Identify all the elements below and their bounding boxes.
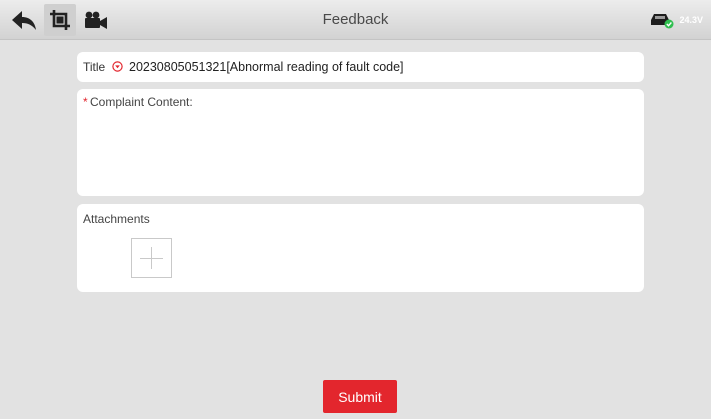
- complaint-label: Complaint Content:: [90, 95, 193, 109]
- title-field[interactable]: Title 20230805051321[Abnormal reading of…: [77, 52, 644, 82]
- complaint-card: * Complaint Content:: [77, 89, 644, 196]
- dropdown-circle-icon[interactable]: [112, 61, 123, 72]
- battery-status: 24.3V: [649, 10, 703, 30]
- voltage-readout: 24.3V: [679, 15, 703, 25]
- required-marker: *: [83, 95, 88, 109]
- submit-button[interactable]: Submit: [323, 380, 397, 413]
- title-value: 20230805051321[Abnormal reading of fault…: [129, 60, 404, 74]
- complaint-content-input[interactable]: [83, 115, 637, 189]
- attachments-card: Attachments: [77, 204, 644, 292]
- page-title: Feedback: [322, 11, 389, 28]
- top-toolbar: Feedback 24.3V: [0, 0, 711, 40]
- attachments-label: Attachments: [83, 212, 150, 226]
- add-attachment-button[interactable]: [131, 238, 172, 278]
- vehicle-battery-icon: [651, 14, 674, 29]
- title-label: Title: [83, 60, 106, 74]
